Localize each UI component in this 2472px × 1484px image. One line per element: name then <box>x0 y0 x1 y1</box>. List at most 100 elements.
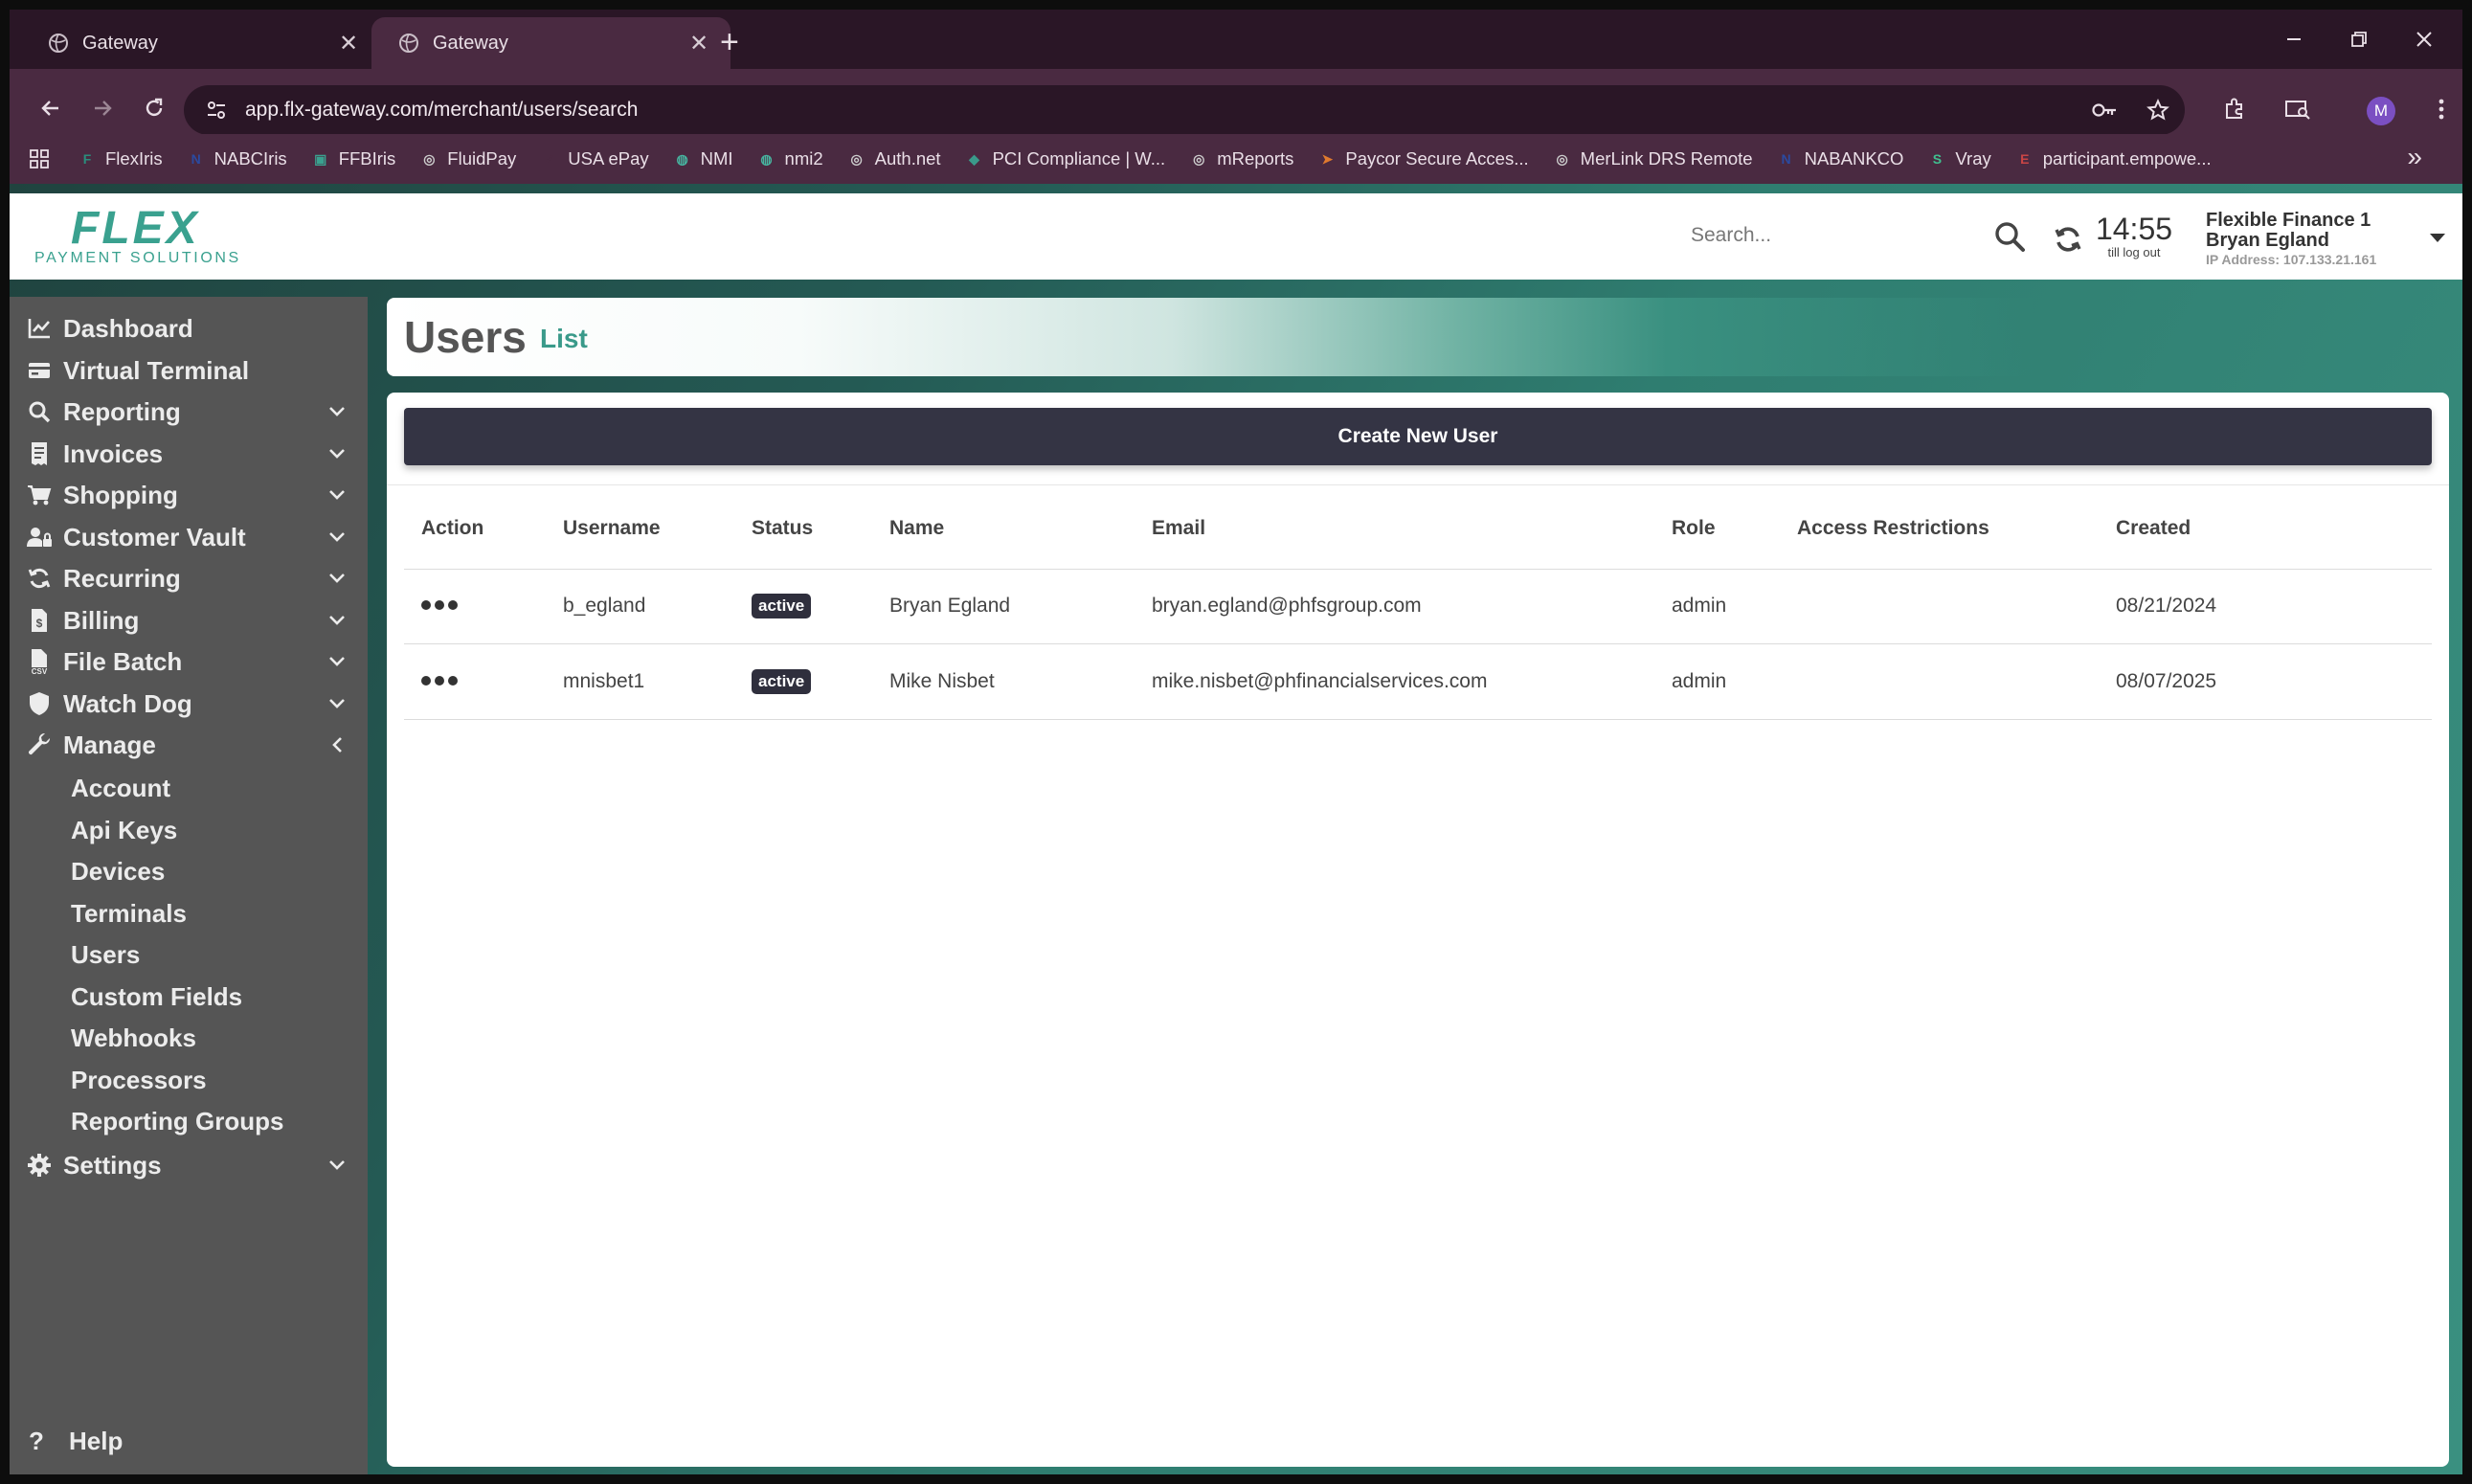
bookmark-item[interactable]: ➤ Paycor Secure Acces... <box>1316 148 1529 169</box>
tab-title: Gateway <box>82 32 158 54</box>
chart-line-icon <box>25 314 54 343</box>
caret-down-icon[interactable] <box>2430 234 2445 242</box>
column-header-status[interactable]: Status <box>752 517 813 540</box>
sidebar-item-label: Invoices <box>63 438 164 468</box>
password-key-icon[interactable] <box>2078 101 2131 120</box>
help-link[interactable]: ? Help <box>29 1427 123 1456</box>
bookmark-favicon-icon: ◎ <box>1556 150 1568 167</box>
sidebar-subitem-reporting-groups[interactable]: Reporting Groups <box>71 1102 283 1140</box>
bookmark-label: NMI <box>700 148 733 169</box>
apps-grid-icon[interactable] <box>29 148 50 169</box>
restore-button[interactable] <box>2326 10 2392 69</box>
sidebar-item-file-batch[interactable]: CSV File Batch <box>10 641 368 682</box>
chevron-down-icon <box>320 656 354 667</box>
search-icon[interactable] <box>1989 216 2030 257</box>
bookmark-item[interactable]: Eparticipant.empowe... <box>2014 148 2212 169</box>
browser-tab-1[interactable]: Gateway ✕ <box>21 17 380 69</box>
extensions-icon[interactable] <box>2214 88 2256 130</box>
cell-name: Bryan Egland <box>889 595 1011 617</box>
sidebar-subitem-webhooks[interactable]: Webhooks <box>71 1019 196 1057</box>
table-row: mnisbet1 Mike Nisbet mike.nisbet@phfinanci… <box>404 645 2432 720</box>
reload-icon[interactable] <box>132 86 176 130</box>
status-badge: active <box>752 594 812 618</box>
bookmark-item[interactable]: ◎ Auth.net <box>846 148 941 169</box>
tab-strip: Gateway ✕ Gateway ✕ + <box>10 10 2462 69</box>
close-window-button[interactable] <box>2392 10 2457 69</box>
sidebar-item-settings[interactable]: Settings <box>10 1145 368 1185</box>
close-tab-icon[interactable]: ✕ <box>686 30 711 57</box>
sidebar-item-label: Shopping <box>63 480 178 509</box>
bookmark-item[interactable]: ✓ USA ePay <box>539 148 648 169</box>
create-new-user-button[interactable]: Create New User <box>404 408 2432 465</box>
chevron-down-icon <box>320 615 354 626</box>
tab-search-icon[interactable] <box>2277 88 2319 130</box>
sidebar-subitem-account[interactable]: Account <box>71 769 170 807</box>
sidebar-item-dashboard[interactable]: Dashboard <box>10 308 368 349</box>
forward-arrow-icon[interactable] <box>80 86 124 130</box>
bookmark-label: nmi2 <box>784 148 823 169</box>
browser-window: Gateway ✕ Gateway ✕ + app.flx-gateway.co… <box>10 10 2462 1474</box>
sidebar-subitem-users[interactable]: Users <box>71 935 140 974</box>
bookmarks-overflow-icon[interactable]: » <box>2407 142 2422 172</box>
profile-avatar[interactable]: M <box>2367 97 2395 125</box>
refresh-session-icon[interactable] <box>2051 222 2085 257</box>
bookmark-item[interactable]: S Vray <box>1926 148 1991 169</box>
sidebar-item-reporting[interactable]: Reporting <box>10 392 368 432</box>
address-bar[interactable]: app.flx-gateway.com/merchant/users/searc… <box>184 85 2185 135</box>
minimize-button[interactable] <box>2261 10 2326 69</box>
bookmark-item[interactable]: ◍ NMI <box>672 148 733 169</box>
column-header-access-restrictions[interactable]: Access Restrictions <box>1797 517 1989 540</box>
sidebar-subitem-custom-fields[interactable]: Custom Fields <box>71 978 242 1016</box>
sidebar-item-billing[interactable]: $ Billing <box>10 600 368 641</box>
bookmark-item[interactable]: N NABCIris <box>186 148 287 169</box>
sidebar-item-customer-vault[interactable]: Customer Vault <box>10 517 368 557</box>
sidebar-item-virtual-terminal[interactable]: Virtual Terminal <box>10 350 368 391</box>
bookmark-item[interactable]: ◎ MerLink DRS Remote <box>1552 148 1753 169</box>
bookmark-item[interactable]: ◎ FluidPay <box>418 148 516 169</box>
cell-username: mnisbet1 <box>563 670 645 692</box>
sidebar-subitem-api-keys[interactable]: Api Keys <box>71 811 177 849</box>
cell-role: admin <box>1672 595 1727 617</box>
site-settings-icon[interactable] <box>195 99 237 122</box>
bookmark-item[interactable]: ◍ nmi2 <box>756 148 823 169</box>
sidebar-subitem-devices[interactable]: Devices <box>71 852 165 890</box>
sidebar-item-shopping[interactable]: Shopping <box>10 475 368 515</box>
status-badge: active <box>752 669 812 694</box>
column-header-role[interactable]: Role <box>1672 517 1716 540</box>
column-header-created[interactable]: Created <box>2116 517 2191 540</box>
bookmark-item[interactable]: F FlexIris <box>77 148 163 169</box>
bookmark-favicon-icon: ◎ <box>423 150 436 167</box>
cell-name: Mike Nisbet <box>889 670 995 692</box>
bookmark-star-icon[interactable] <box>2131 99 2185 122</box>
bookmark-label: USA ePay <box>568 148 649 169</box>
new-tab-button[interactable]: + <box>720 23 739 61</box>
sidebar-item-recurring[interactable]: Recurring <box>10 558 368 598</box>
column-header-email[interactable]: Email <box>1152 517 1205 540</box>
browser-menu-icon[interactable] <box>2420 88 2462 130</box>
sync-icon <box>25 564 54 593</box>
sidebar-subitem-terminals[interactable]: Terminals <box>71 894 187 933</box>
close-tab-icon[interactable]: ✕ <box>336 30 361 57</box>
back-arrow-icon[interactable] <box>29 86 73 130</box>
column-header-action[interactable]: Action <box>421 517 483 540</box>
row-actions-ellipsis-icon[interactable] <box>421 676 458 686</box>
row-divider <box>404 719 2432 720</box>
flex-logo[interactable]: FLEX PAYMENT SOLUTIONS <box>33 205 262 267</box>
account-menu[interactable]: Flexible Finance 1 Bryan Egland IP Addre… <box>2206 211 2426 268</box>
search-input[interactable] <box>1691 214 1978 257</box>
bookmark-item[interactable]: N NABANKCO <box>1776 148 1904 169</box>
bookmark-item[interactable]: ◆ PCI Compliance | W... <box>964 148 1165 169</box>
bookmark-item[interactable]: ▣ FFBIris <box>310 148 395 169</box>
bookmark-label: Vray <box>1955 148 1991 169</box>
cell-email: bryan.egland@phfsgroup.com <box>1152 595 1422 617</box>
sidebar-subitem-processors[interactable]: Processors <box>71 1061 207 1099</box>
column-header-name[interactable]: Name <box>889 517 944 540</box>
sidebar-item-invoices[interactable]: Invoices <box>10 434 368 474</box>
sidebar-item-manage[interactable]: Manage <box>10 725 368 765</box>
row-actions-ellipsis-icon[interactable] <box>421 600 458 610</box>
browser-tab-2[interactable]: Gateway ✕ <box>371 17 730 69</box>
bookmark-item[interactable]: ◎ mReports <box>1188 148 1293 169</box>
sidebar-item-watch-dog[interactable]: Watch Dog <box>10 684 368 724</box>
column-header-username[interactable]: Username <box>563 517 661 540</box>
timer-label: till log out <box>2107 245 2161 259</box>
